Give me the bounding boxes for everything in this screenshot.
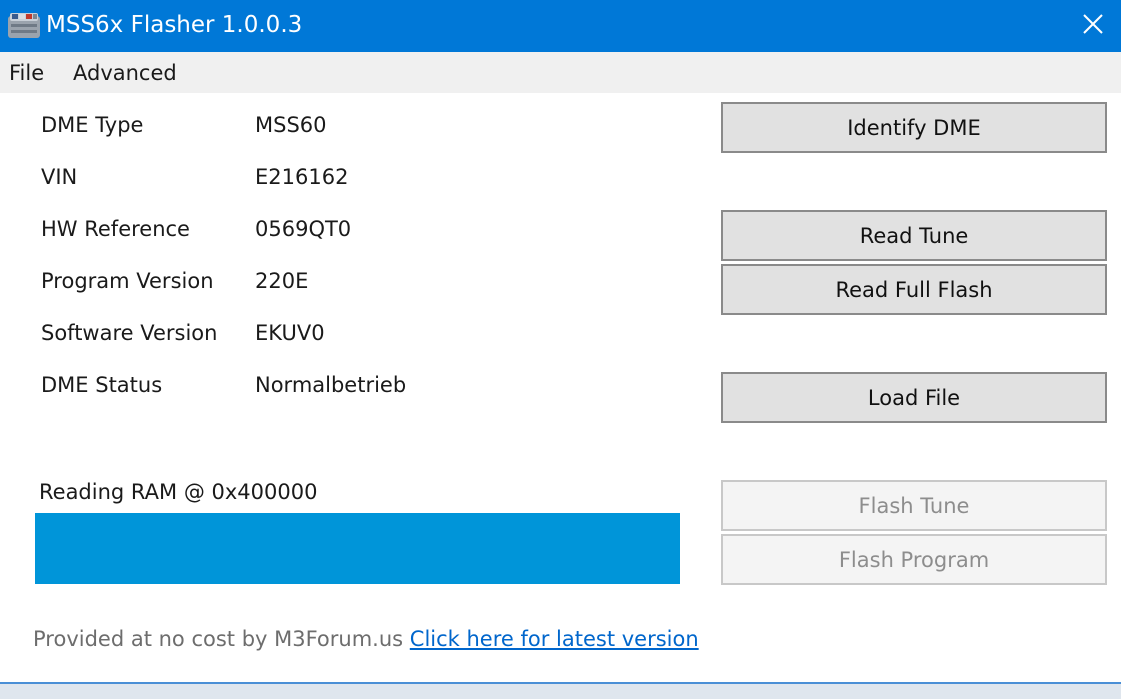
dme-type-label: DME Type xyxy=(41,113,144,137)
hw-reference-value: 0569QT0 xyxy=(255,217,352,241)
read-full-flash-button[interactable]: Read Full Flash xyxy=(721,264,1107,315)
read-tune-button[interactable]: Read Tune xyxy=(721,210,1107,261)
window-bottom-edge xyxy=(0,682,1121,699)
flash-program-button: Flash Program xyxy=(721,534,1107,585)
vin-value: E216162 xyxy=(255,165,349,189)
software-version-label: Software Version xyxy=(41,321,218,345)
program-version-value: 220E xyxy=(255,269,309,293)
progress-bar xyxy=(35,513,680,584)
dme-type-value: MSS60 xyxy=(255,113,327,137)
window-title: MSS6x Flasher 1.0.0.3 xyxy=(46,12,303,38)
close-icon xyxy=(1083,14,1103,38)
dme-status-value: Normalbetrieb xyxy=(255,373,407,397)
footer-text: Provided at no cost by M3Forum.us xyxy=(33,627,410,651)
status-message: Reading RAM @ 0x400000 xyxy=(39,480,318,504)
vin-label: VIN xyxy=(41,165,78,189)
menu-file[interactable]: File xyxy=(9,58,44,88)
dme-status-label: DME Status xyxy=(41,373,163,397)
hw-reference-label: HW Reference xyxy=(41,217,190,241)
identify-dme-button[interactable]: Identify DME xyxy=(721,102,1107,153)
software-version-value: EKUV0 xyxy=(255,321,325,345)
menu-bar: File Advanced xyxy=(0,52,1121,93)
flash-tune-button: Flash Tune xyxy=(721,480,1107,531)
menu-advanced[interactable]: Advanced xyxy=(73,58,177,88)
latest-version-link[interactable]: Click here for latest version xyxy=(410,627,699,651)
app-icon xyxy=(8,10,40,40)
program-version-label: Program Version xyxy=(41,269,214,293)
close-button[interactable] xyxy=(1065,0,1121,52)
title-bar: MSS6x Flasher 1.0.0.3 xyxy=(0,0,1121,52)
footer: Provided at no cost by M3Forum.us Click … xyxy=(33,624,699,654)
load-file-button[interactable]: Load File xyxy=(721,372,1107,423)
progress-fill xyxy=(35,513,680,584)
